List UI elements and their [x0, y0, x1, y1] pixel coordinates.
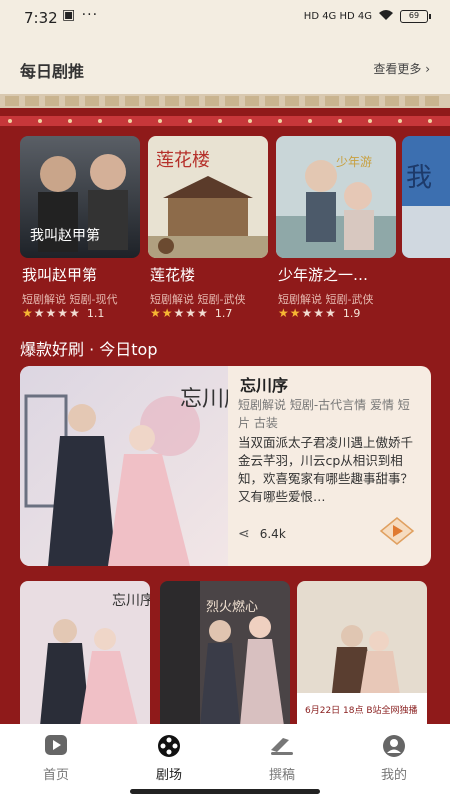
- star-icon: ★: [301, 306, 313, 320]
- star-icon: ★: [150, 306, 161, 320]
- status-bar: 7:32 ▣ ··· HD 4G HD 4G 69: [0, 0, 450, 36]
- tab-label: 撰稿: [268, 768, 295, 783]
- poster-image: 少年游: [276, 136, 396, 258]
- tab-profile[interactable]: 我的: [354, 734, 434, 783]
- pen-icon: [242, 734, 322, 758]
- rating-value: 1.9: [342, 306, 361, 320]
- wifi-icon: [378, 9, 394, 24]
- rating-value: 1.1: [86, 306, 105, 320]
- tab-label: 剧场: [155, 768, 182, 783]
- carousel-card[interactable]: 少年游 少年游之一… 短剧解说 短剧-武侠 ★ ★ ★ ★ ★ 1.9: [276, 136, 396, 320]
- poster-image: 莲花楼: [148, 136, 268, 258]
- decorative-roof-banner: [0, 90, 450, 126]
- page-title: 每日剧推: [20, 62, 85, 81]
- tab-theater[interactable]: 剧场: [129, 734, 209, 783]
- star-rating: ★ ★ ★ ★ ★ 1.9: [278, 306, 360, 320]
- share-icon: ⋖: [238, 526, 250, 542]
- status-time: 7:32: [24, 9, 58, 27]
- play-icon: [16, 734, 96, 758]
- tab-home[interactable]: 首页: [16, 734, 96, 783]
- poster-title-text: 少年游: [336, 155, 372, 169]
- user-icon: [354, 734, 434, 758]
- poster-title-text: 忘川序: [112, 593, 150, 609]
- status-indicators: HD 4G HD 4G 69: [303, 9, 431, 24]
- star-icon: ★: [45, 306, 57, 320]
- poster-title-text: 忘川序: [180, 387, 228, 412]
- star-icon: ★: [173, 306, 185, 320]
- star-icon: ★: [325, 306, 336, 320]
- star-icon: ★: [69, 306, 80, 320]
- star-icon: ★: [33, 306, 45, 320]
- section-title: 爆款好刷 · 今日top: [20, 340, 158, 359]
- featured-card[interactable]: 忘川序 忘川序 短剧解说 短剧-古代言情 爱情 短片 古装 当双面派太子君凌川遇…: [20, 366, 431, 566]
- star-icon: ★: [289, 306, 301, 320]
- poster-image: 我: [402, 136, 450, 258]
- star-icon: ★: [22, 306, 33, 320]
- star-icon: ★: [278, 306, 289, 320]
- poster-caption-text: 6月22日 18点 B站全网独播: [305, 704, 418, 716]
- card-title: 莲花楼: [150, 266, 196, 284]
- card-tags: 短剧解说 短剧-武侠: [150, 293, 246, 306]
- notification-icons: ▣ ···: [62, 7, 99, 23]
- featured-title: 忘川序: [240, 376, 289, 395]
- star-rating: ★ ★ ★ ★ ★ 1.1: [22, 306, 104, 320]
- poster-title-text: 烈火燃心: [206, 599, 258, 615]
- star-icon: ★: [57, 306, 69, 320]
- star-icon: ★: [161, 306, 173, 320]
- card-title: 少年游之一…: [278, 266, 369, 284]
- star-icon: ★: [313, 306, 325, 320]
- see-more-link[interactable]: 查看更多 ›: [373, 60, 430, 77]
- play-button[interactable]: [377, 516, 417, 546]
- featured-poster-image: 忘川序: [20, 366, 246, 566]
- tab-label: 首页: [42, 768, 69, 783]
- rating-value: 1.7: [214, 306, 233, 320]
- header: 每日剧推 查看更多 ›: [0, 36, 450, 96]
- card-tags: 短剧解说 短剧-武侠: [278, 293, 374, 306]
- signal-icon: HD 4G HD 4G: [303, 11, 372, 22]
- share-count: 6.4k: [259, 527, 286, 541]
- grid-poster[interactable]: 6月22日 18点 B站全网独播: [297, 581, 427, 726]
- poster-title-text: 我: [406, 163, 432, 193]
- tab-label: 我的: [380, 768, 407, 783]
- film-reel-icon: [129, 734, 209, 758]
- card-title: 我叫赵甲第: [22, 266, 98, 284]
- poster-title-text: 莲花楼: [156, 150, 210, 171]
- poster-image: 我叫赵甲第: [20, 136, 140, 258]
- battery-icon: 69: [400, 10, 431, 23]
- carousel-card[interactable]: 我叫赵甲第 我叫赵甲第 短剧解说 短剧-现代 ★ ★ ★ ★ ★ 1.1: [20, 136, 140, 320]
- carousel-card[interactable]: 我 我剧 短剧 ★★: [402, 136, 450, 258]
- grid-poster[interactable]: 烈火燃心: [160, 581, 290, 726]
- star-icon: ★: [197, 306, 208, 320]
- card-tags: 短剧解说 短剧-现代: [22, 293, 118, 306]
- grid-poster[interactable]: 忘川序: [20, 581, 150, 726]
- star-rating: ★ ★ ★ ★ ★ 1.7: [150, 306, 232, 320]
- carousel-card[interactable]: 莲花楼 莲花楼 短剧解说 短剧-武侠 ★ ★ ★ ★ ★ 1.7: [148, 136, 268, 320]
- home-indicator[interactable]: [130, 789, 320, 794]
- tab-write[interactable]: 撰稿: [242, 734, 322, 783]
- star-icon: ★: [185, 306, 197, 320]
- featured-tags: 短剧解说 短剧-古代言情 爱情 短片 古装: [238, 398, 410, 430]
- poster-title-text: 我叫赵甲第: [30, 227, 100, 244]
- featured-description: 当双面派太子君凌川遇上傲娇千金云芊羽，川云cp从相识到相知，欢喜冤家有哪些趣事甜…: [238, 435, 414, 504]
- share-button[interactable]: ⋖ 6.4k: [238, 526, 286, 542]
